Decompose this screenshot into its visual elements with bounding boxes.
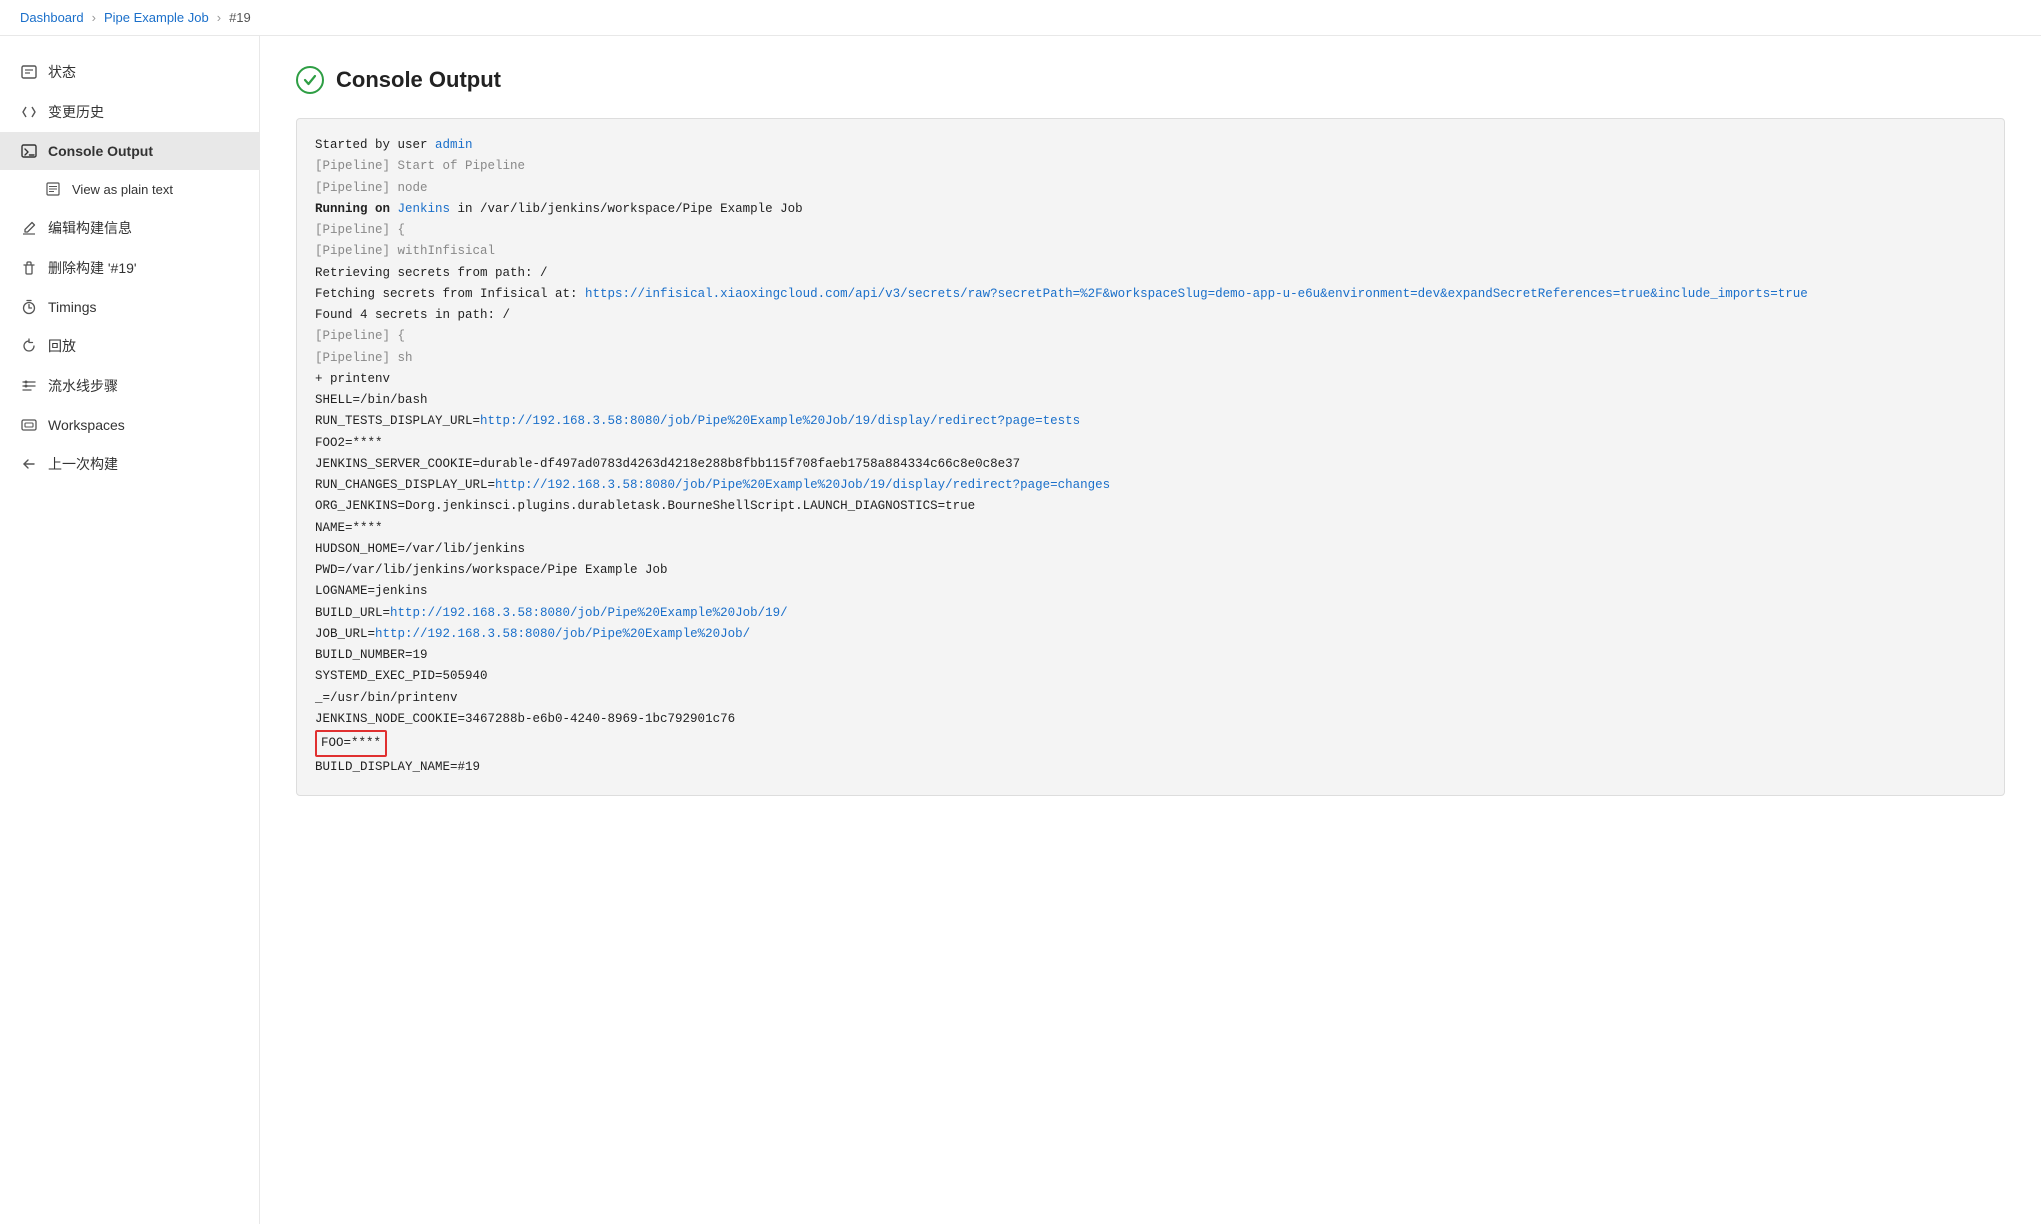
- sidebar-item-timings-label: Timings: [48, 299, 97, 315]
- console-line: BUILD_DISPLAY_NAME=#19: [315, 757, 1986, 778]
- console-line: SYSTEMD_EXEC_PID=505940: [315, 666, 1986, 687]
- console-line: JOB_URL=http://192.168.3.58:8080/job/Pip…: [315, 624, 1986, 645]
- console-line: Running on Jenkins in /var/lib/jenkins/w…: [315, 199, 1986, 220]
- console-line-foo-highlighted: FOO=****: [315, 730, 1986, 757]
- sidebar-item-prev-build-label: 上一次构建: [48, 454, 118, 474]
- build-url-link[interactable]: http://192.168.3.58:8080/job/Pipe%20Exam…: [390, 606, 788, 620]
- console-line: HUDSON_HOME=/var/lib/jenkins: [315, 539, 1986, 560]
- console-line: PWD=/var/lib/jenkins/workspace/Pipe Exam…: [315, 560, 1986, 581]
- console-line: [Pipeline] {: [315, 326, 1986, 347]
- breadcrumb-sep-1: ›: [92, 10, 96, 25]
- sidebar-item-plain-text-label: View as plain text: [72, 182, 173, 197]
- console-line: [Pipeline] {: [315, 220, 1986, 241]
- page-title: Console Output: [336, 67, 501, 93]
- console-line: [Pipeline] Start of Pipeline: [315, 156, 1986, 177]
- console-line: SHELL=/bin/bash: [315, 390, 1986, 411]
- breadcrumb-build-number: #19: [229, 10, 251, 25]
- status-icon: [20, 63, 38, 81]
- breadcrumb-sep-2: ›: [217, 10, 221, 25]
- delete-icon: [20, 259, 38, 277]
- sidebar-item-status[interactable]: 状态: [0, 52, 259, 92]
- console-line: Retrieving secrets from path: /: [315, 263, 1986, 284]
- changes-icon: [20, 103, 38, 121]
- sidebar-item-plain-text[interactable]: View as plain text: [0, 170, 259, 208]
- console-line: JENKINS_SERVER_COOKIE=durable-df497ad078…: [315, 454, 1986, 475]
- sidebar-item-edit-build-label: 编辑构建信息: [48, 218, 132, 238]
- foo-highlight: FOO=****: [315, 730, 387, 757]
- console-icon: [20, 142, 38, 160]
- job-url-link[interactable]: http://192.168.3.58:8080/job/Pipe%20Exam…: [375, 627, 750, 641]
- breadcrumb-pipe-example-job[interactable]: Pipe Example Job: [104, 10, 209, 25]
- jenkins-link[interactable]: Jenkins: [398, 202, 451, 216]
- console-line: [Pipeline] withInfisical: [315, 241, 1986, 262]
- sidebar-item-workspaces-label: Workspaces: [48, 417, 125, 433]
- page-title-row: Console Output: [296, 66, 2005, 94]
- console-line: RUN_TESTS_DISPLAY_URL=http://192.168.3.5…: [315, 411, 1986, 432]
- console-line: RUN_CHANGES_DISPLAY_URL=http://192.168.3…: [315, 475, 1986, 496]
- replay-icon: [20, 337, 38, 355]
- sidebar-item-replay-label: 回放: [48, 336, 76, 356]
- console-line: FOO2=****: [315, 433, 1986, 454]
- sidebar-item-console[interactable]: Console Output: [0, 132, 259, 170]
- pipeline-steps-icon: [20, 377, 38, 395]
- sidebar-item-pipeline-steps[interactable]: 流水线步骤: [0, 366, 259, 406]
- console-line: Started by user admin: [315, 135, 1986, 156]
- sidebar-item-delete-build[interactable]: 删除构建 '#19': [0, 248, 259, 288]
- success-icon: [296, 66, 324, 94]
- breadcrumb-dashboard[interactable]: Dashboard: [20, 10, 84, 25]
- sidebar-item-changes[interactable]: 变更历史: [0, 92, 259, 132]
- console-line: ORG_JENKINS=Dorg.jenkinsci.plugins.durab…: [315, 496, 1986, 517]
- sidebar-item-changes-label: 变更历史: [48, 102, 104, 122]
- sidebar-item-status-label: 状态: [48, 62, 76, 82]
- console-line: BUILD_NUMBER=19: [315, 645, 1986, 666]
- sidebar-item-edit-build[interactable]: 编辑构建信息: [0, 208, 259, 248]
- infisical-url-link[interactable]: https://infisical.xiaoxingcloud.com/api/…: [585, 287, 1808, 301]
- edit-icon: [20, 219, 38, 237]
- sidebar-item-console-label: Console Output: [48, 143, 153, 159]
- console-line: Fetching secrets from Infisical at: http…: [315, 284, 1986, 305]
- console-line: BUILD_URL=http://192.168.3.58:8080/job/P…: [315, 603, 1986, 624]
- run-tests-url-link[interactable]: http://192.168.3.58:8080/job/Pipe%20Exam…: [480, 414, 1080, 428]
- plain-text-icon: [44, 180, 62, 198]
- console-line: [Pipeline] sh: [315, 348, 1986, 369]
- sidebar-item-prev-build[interactable]: 上一次构建: [0, 444, 259, 484]
- console-line: JENKINS_NODE_COOKIE=3467288b-e6b0-4240-8…: [315, 709, 1986, 730]
- workspaces-icon: [20, 416, 38, 434]
- timings-icon: [20, 298, 38, 316]
- main-content: Console Output Started by user admin [Pi…: [260, 36, 2041, 1224]
- sidebar-item-timings[interactable]: Timings: [0, 288, 259, 326]
- console-line: [Pipeline] node: [315, 178, 1986, 199]
- console-output: Started by user admin [Pipeline] Start o…: [296, 118, 2005, 796]
- console-line: NAME=****: [315, 518, 1986, 539]
- sidebar-item-replay[interactable]: 回放: [0, 326, 259, 366]
- prev-build-icon: [20, 455, 38, 473]
- breadcrumb: Dashboard › Pipe Example Job › #19: [0, 0, 2041, 36]
- sidebar: 状态 变更历史 Console Output View as plain tex…: [0, 36, 260, 1224]
- admin-link[interactable]: admin: [435, 138, 473, 152]
- console-line: _=/usr/bin/printenv: [315, 688, 1986, 709]
- sidebar-item-pipeline-steps-label: 流水线步骤: [48, 376, 118, 396]
- console-line: Found 4 secrets in path: /: [315, 305, 1986, 326]
- console-line: LOGNAME=jenkins: [315, 581, 1986, 602]
- sidebar-item-workspaces[interactable]: Workspaces: [0, 406, 259, 444]
- sidebar-item-delete-build-label: 删除构建 '#19': [48, 258, 137, 278]
- run-changes-url-link[interactable]: http://192.168.3.58:8080/job/Pipe%20Exam…: [495, 478, 1110, 492]
- console-line: + printenv: [315, 369, 1986, 390]
